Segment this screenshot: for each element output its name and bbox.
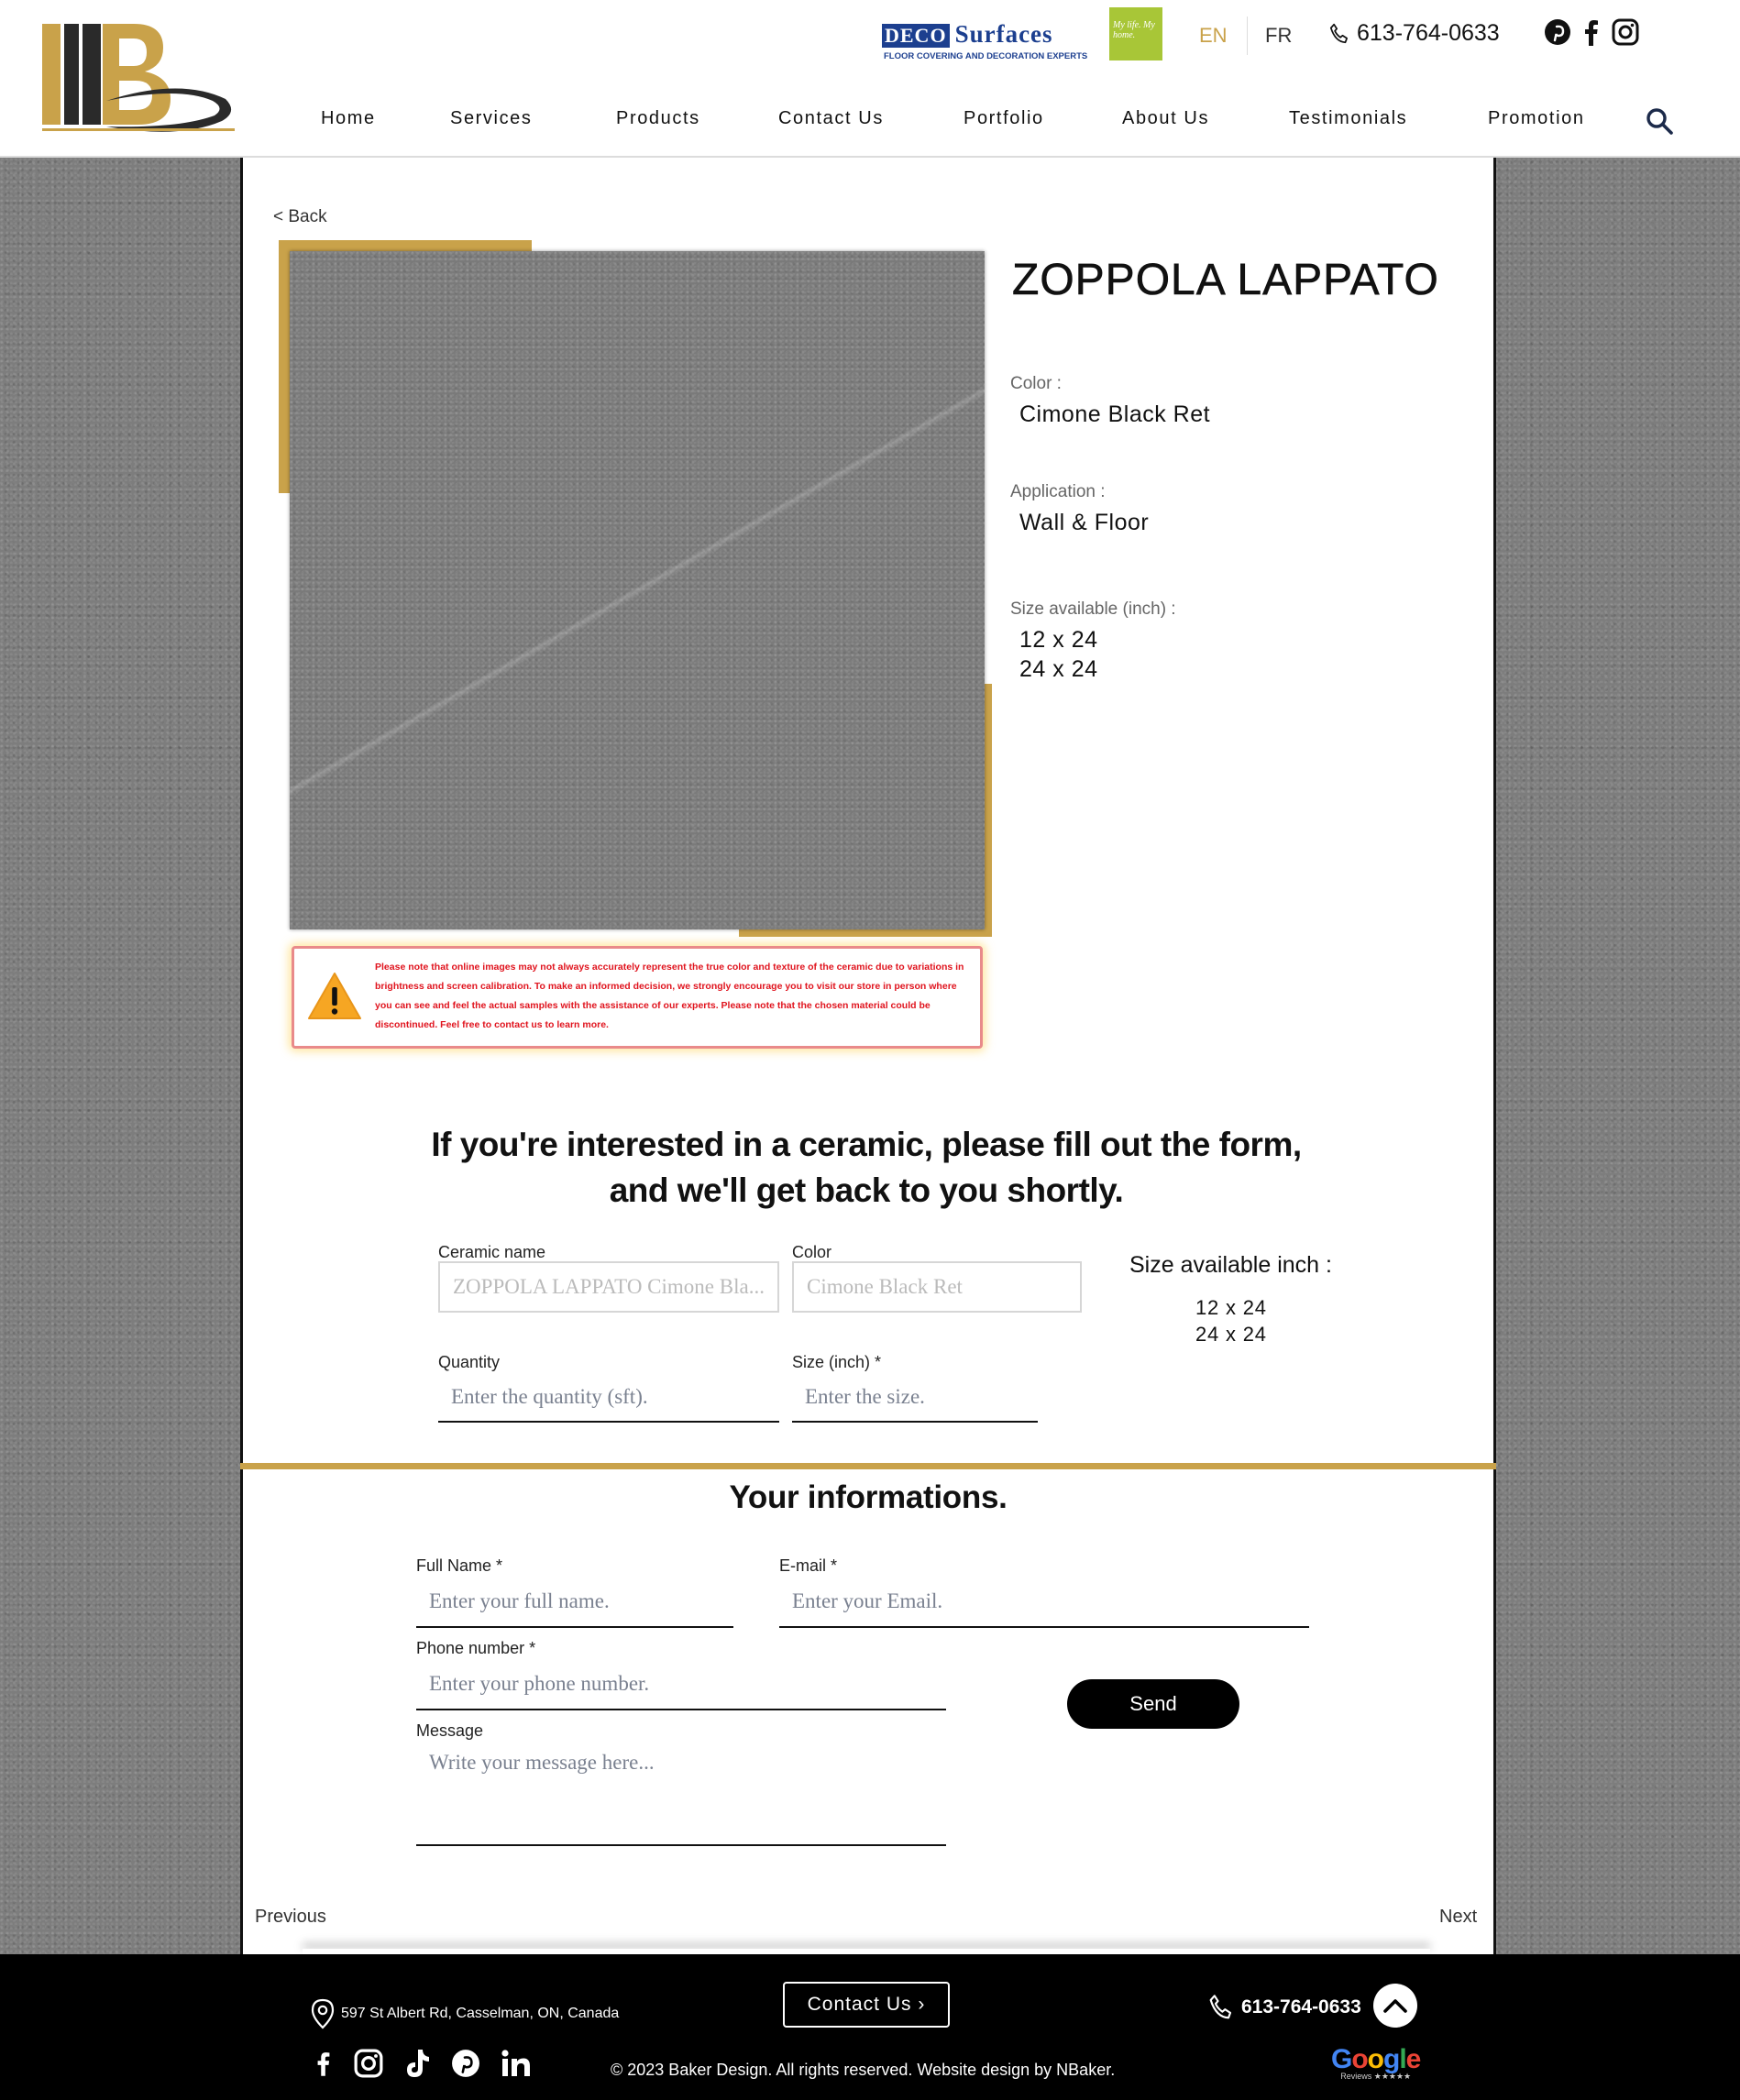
baker-design-logo[interactable] bbox=[42, 24, 235, 148]
lang-en-link[interactable]: EN bbox=[1199, 24, 1228, 48]
info-heading: Your informations. bbox=[729, 1479, 1008, 1515]
google-reviews-label: Reviews ★★★★★ bbox=[1340, 2072, 1412, 2081]
color-field[interactable] bbox=[792, 1261, 1082, 1313]
footer-contact-button[interactable]: Contact Us › bbox=[783, 1982, 950, 2028]
header-phone-text: 613-764-0633 bbox=[1357, 20, 1500, 46]
size-field-label: Size (inch) * bbox=[792, 1353, 882, 1371]
quantity-label: Quantity bbox=[438, 1353, 501, 1371]
form-size-option: 12 x 24 bbox=[1195, 1296, 1267, 1319]
deco-surfaces-logo[interactable]: DECO Surfaces FLOOR COVERING AND DECORATI… bbox=[882, 13, 1093, 66]
deco-tagline: FLOOR COVERING AND DECORATION EXPERTS bbox=[884, 51, 1088, 61]
instagram-icon[interactable] bbox=[354, 2049, 383, 2078]
linkedin-icon[interactable] bbox=[501, 2049, 532, 2078]
facebook-icon[interactable] bbox=[1580, 18, 1602, 46]
nav-home[interactable]: Home bbox=[321, 108, 376, 129]
site-header: DECO Surfaces FLOOR COVERING AND DECORATI… bbox=[0, 0, 1740, 158]
google-logo: Google bbox=[1331, 2044, 1421, 2074]
chevron-up-icon bbox=[1383, 1999, 1407, 2013]
footer-phone[interactable]: 613-764-0633 bbox=[1206, 1993, 1361, 2022]
nav-services[interactable]: Services bbox=[450, 108, 533, 129]
location-pin-icon bbox=[311, 1998, 335, 2029]
my-life-my-home-badge: My life. My home. bbox=[1109, 7, 1162, 60]
nav-portfolio[interactable]: Portfolio bbox=[964, 108, 1044, 129]
back-link[interactable]: < Back bbox=[273, 207, 327, 227]
pinterest-icon[interactable] bbox=[1544, 18, 1571, 46]
surfaces-brand-text: Surfaces bbox=[954, 20, 1053, 48]
phone-icon bbox=[1209, 1995, 1232, 2019]
header-social-links bbox=[1544, 18, 1639, 46]
lang-fr-link[interactable]: FR bbox=[1265, 24, 1292, 48]
size-option: 12 x 24 bbox=[1019, 627, 1098, 653]
application-label: Application : bbox=[1010, 482, 1106, 501]
form-heading: If you're interested in a ceramic, pleas… bbox=[431, 1126, 1302, 1209]
form-size-option: 24 x 24 bbox=[1195, 1323, 1267, 1346]
phone-label: Phone number * bbox=[416, 1639, 536, 1657]
nav-products[interactable]: Products bbox=[616, 108, 700, 129]
disclaimer-text: Please note that online images may not a… bbox=[375, 962, 964, 1030]
message-label: Message bbox=[416, 1721, 484, 1740]
nav-contact-us[interactable]: Contact Us bbox=[778, 108, 884, 129]
color-label: Color : bbox=[1010, 374, 1062, 393]
image-disclaimer: Please note that online images may not a… bbox=[292, 946, 983, 1049]
nav-about-us[interactable]: About Us bbox=[1122, 108, 1209, 129]
pinterest-icon[interactable] bbox=[451, 2049, 480, 2078]
ceramic-name-label: Ceramic name bbox=[438, 1243, 546, 1261]
quantity-field[interactable] bbox=[438, 1373, 779, 1423]
footer-social-links bbox=[314, 2048, 532, 2079]
color-field-label: Color bbox=[792, 1243, 832, 1261]
email-label: E-mail * bbox=[779, 1556, 838, 1575]
nav-promotion[interactable]: Promotion bbox=[1488, 108, 1585, 129]
footer-address-text: 597 St Albert Rd, Casselman, ON, Canada bbox=[341, 2006, 620, 2021]
fullname-label: Full Name * bbox=[416, 1556, 503, 1575]
email-field[interactable] bbox=[779, 1577, 1309, 1628]
search-icon[interactable] bbox=[1645, 106, 1674, 136]
instagram-icon[interactable] bbox=[1612, 18, 1639, 46]
site-footer: 597 St Albert Rd, Casselman, ON, Canada … bbox=[0, 1954, 1740, 2100]
nav-testimonials[interactable]: Testimonials bbox=[1289, 108, 1407, 129]
warning-icon bbox=[308, 973, 361, 1019]
send-button[interactable]: Send bbox=[1067, 1679, 1239, 1729]
copyright-text: © 2023 Baker Design. All rights reserved… bbox=[611, 2061, 1116, 2079]
section-divider bbox=[240, 1463, 1496, 1469]
ceramic-name-field[interactable] bbox=[438, 1261, 779, 1313]
fullname-field[interactable] bbox=[416, 1577, 733, 1628]
google-reviews-badge[interactable]: Google Reviews ★★★★★ bbox=[1331, 2044, 1421, 2082]
application-value: Wall & Floor bbox=[1019, 510, 1150, 535]
back-to-top-button[interactable] bbox=[1373, 1984, 1417, 2028]
size-option: 24 x 24 bbox=[1019, 656, 1098, 682]
phone-icon bbox=[1329, 23, 1348, 43]
color-value: Cimone Black Ret bbox=[1019, 401, 1211, 427]
facebook-icon[interactable] bbox=[314, 2050, 334, 2077]
chevron-right-icon: › bbox=[918, 1994, 926, 2015]
tiktok-icon[interactable] bbox=[403, 2048, 431, 2079]
deco-brand-text: DECO bbox=[882, 24, 950, 48]
message-field[interactable] bbox=[416, 1743, 946, 1846]
header-phone[interactable]: 613-764-0633 bbox=[1327, 20, 1500, 47]
lang-divider bbox=[1247, 16, 1248, 55]
product-image[interactable] bbox=[290, 251, 985, 929]
footer-contact-label: Contact Us bbox=[807, 1994, 912, 2015]
footer-address[interactable]: 597 St Albert Rd, Casselman, ON, Canada bbox=[310, 1998, 619, 2029]
product-title: ZOPPOLA LAPPATO bbox=[1012, 256, 1439, 305]
previous-link[interactable]: Previous bbox=[255, 1907, 326, 1928]
next-link[interactable]: Next bbox=[1439, 1907, 1477, 1928]
main-nav: Home Services Products Contact Us Portfo… bbox=[286, 108, 1679, 136]
form-sizes-title: Size available inch : bbox=[1129, 1252, 1332, 1278]
size-field[interactable] bbox=[792, 1373, 1038, 1423]
footer-phone-text: 613-764-0633 bbox=[1241, 1996, 1361, 2018]
phone-field[interactable] bbox=[416, 1659, 946, 1710]
sizes-label: Size available (inch) : bbox=[1010, 599, 1176, 619]
